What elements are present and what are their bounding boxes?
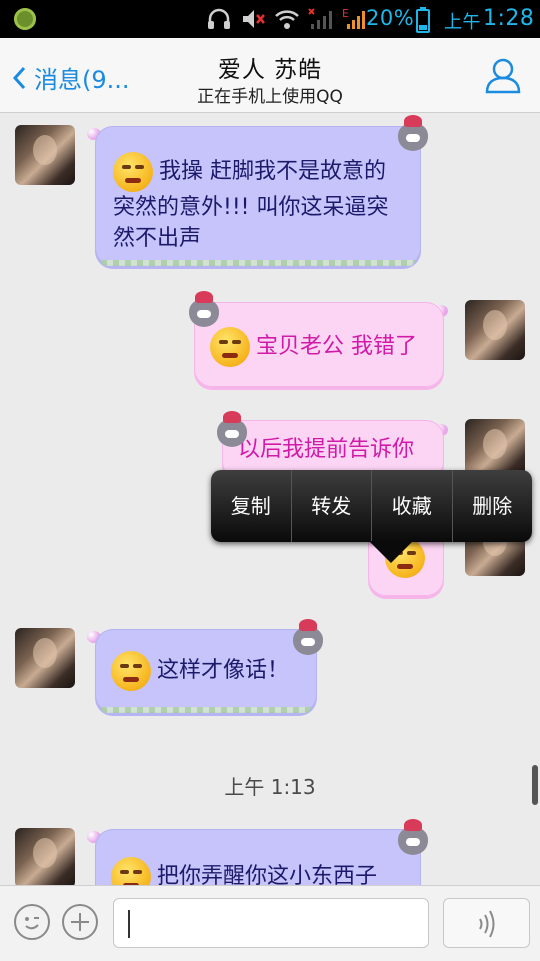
clock: 1:28 (483, 6, 535, 31)
wolf-decoration-icon (189, 291, 219, 327)
contact-avatar[interactable] (15, 828, 75, 885)
bubble-grass-decoration (101, 707, 311, 713)
wolf-decoration-icon (398, 115, 428, 151)
message-input[interactable] (113, 898, 429, 948)
status-bar: E 20% 上午 1:28 (0, 0, 540, 38)
chat-header: 消息(9... 爱人 苏皓 正在手机上使用QQ (0, 38, 540, 113)
emoji-button[interactable] (14, 904, 50, 940)
message-context-menu: 复制 转发 收藏 删除 (211, 470, 532, 542)
time-period: 上午 (444, 12, 481, 33)
svg-text:E: E (342, 7, 349, 20)
context-menu-pointer (369, 541, 413, 563)
wolf-decoration-icon (217, 411, 247, 447)
more-options-button[interactable] (62, 904, 98, 940)
message-text: 我操 赶脚我不是故意的突然的意外!!! 叫你这呆逼突然不出声 (113, 159, 389, 251)
copy-menu-item[interactable]: 复制 (211, 470, 292, 542)
message-bubble-outgoing[interactable]: 宝贝老公 我错了 (194, 302, 444, 387)
contact-avatar[interactable] (15, 125, 75, 185)
bubble-grass-decoration (101, 260, 415, 266)
message-text: 以后我提前告诉你 (238, 437, 415, 462)
profile-icon[interactable] (484, 56, 522, 94)
angry-emoji-icon (113, 152, 153, 192)
smirk-emoji-icon (111, 857, 151, 885)
status-icons: E (206, 6, 368, 32)
forward-menu-item[interactable]: 转发 (292, 470, 372, 542)
contact-avatar[interactable] (15, 628, 75, 688)
contact-name: 爱人 苏皓 (217, 57, 323, 83)
voice-button[interactable] (443, 898, 530, 948)
wolf-decoration-icon (398, 819, 428, 855)
signal-icon-sim1 (308, 8, 332, 29)
battery-icon (416, 7, 430, 33)
smiley-icon (25, 917, 39, 930)
delete-menu-item[interactable]: 删除 (453, 470, 533, 542)
wolf-decoration-icon (293, 619, 323, 655)
wifi-icon (275, 10, 299, 29)
input-bar (0, 885, 540, 961)
plus-icon (71, 913, 89, 931)
message-text: 这样才像话！ (157, 658, 290, 683)
scrollbar[interactable] (532, 765, 538, 805)
app-notification-icon (14, 8, 36, 30)
my-avatar[interactable] (465, 300, 525, 360)
favorite-menu-item[interactable]: 收藏 (372, 470, 453, 542)
crying-emoji-icon (210, 327, 250, 367)
mute-icon (243, 10, 265, 28)
message-bubble-incoming[interactable]: 我操 赶脚我不是故意的突然的意外!!! 叫你这呆逼突然不出声 (95, 126, 421, 266)
signal-icon-sim2: E (342, 7, 365, 29)
headset-icon (208, 8, 230, 29)
message-text: 宝贝老公 我错了 (256, 334, 417, 359)
text-caret (128, 910, 130, 938)
time-separator: 上午 1:13 (224, 775, 316, 799)
battery-percent: 20% (366, 6, 415, 30)
message-text: 把你弄醒你这小东西子 (157, 864, 378, 885)
message-bubble-incoming[interactable]: 这样才像话！ (95, 629, 317, 713)
contact-status: 正在手机上使用QQ (197, 87, 343, 107)
voice-wave-icon (479, 910, 495, 938)
message-bubble-incoming[interactable]: 把你弄醒你这小东西子 (95, 829, 421, 885)
unamused-emoji-icon (111, 651, 151, 691)
